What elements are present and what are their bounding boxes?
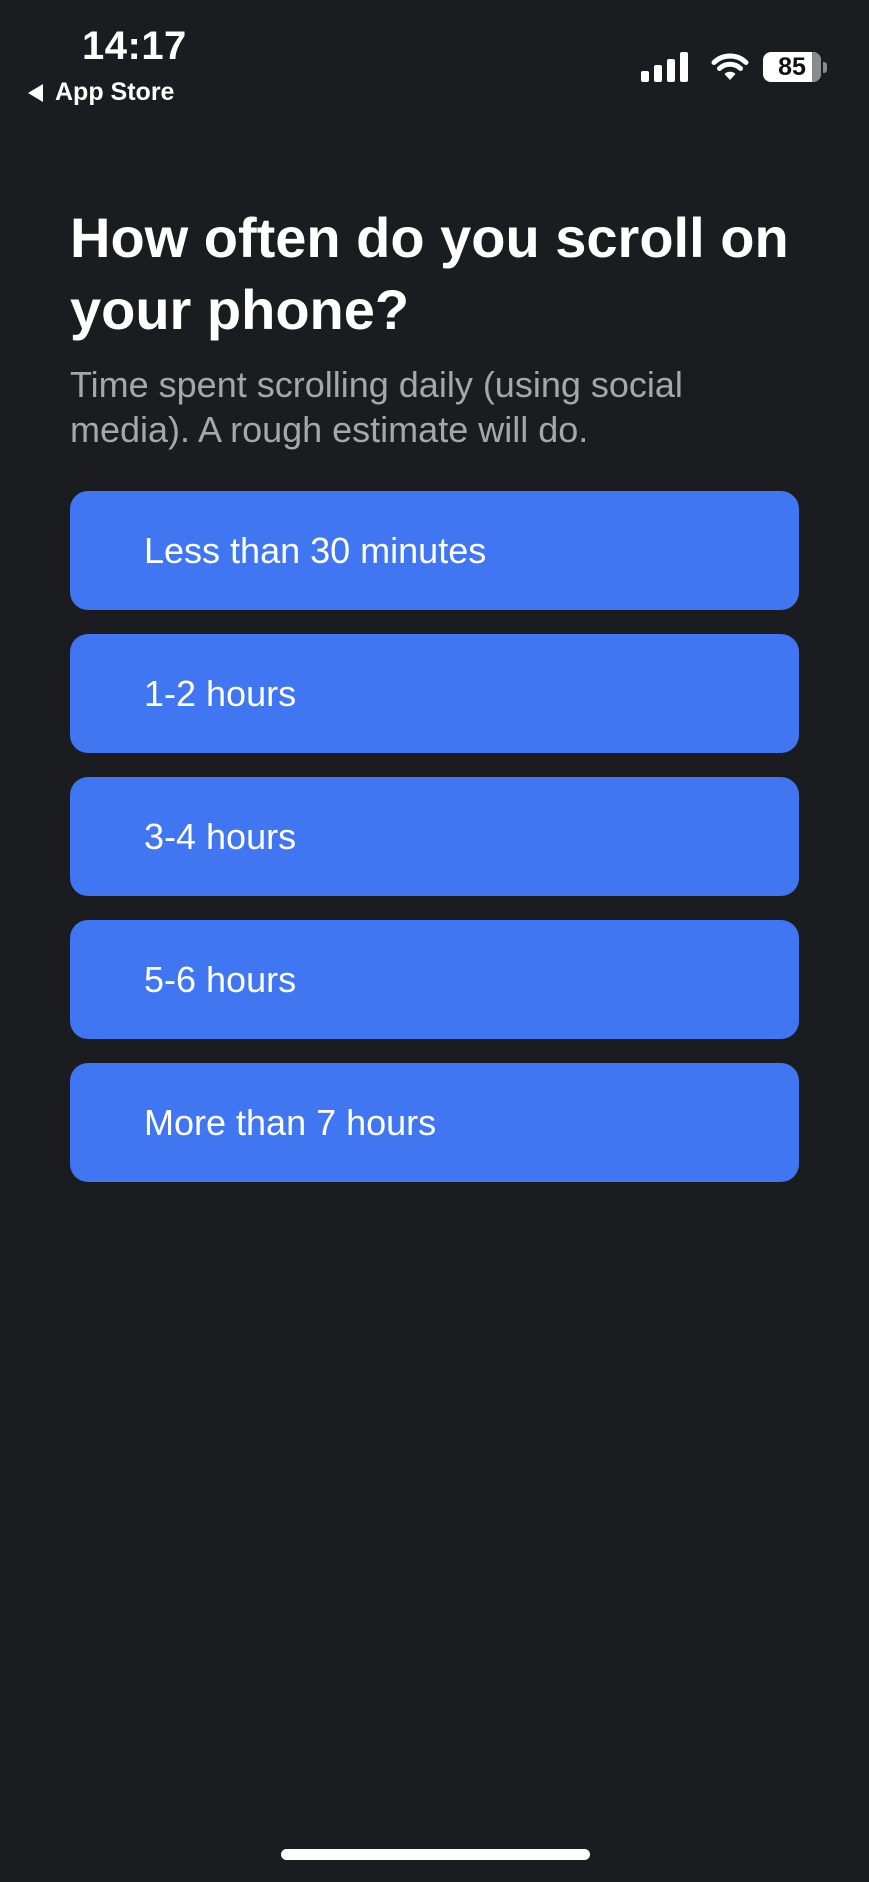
option-label: Less than 30 minutes — [144, 529, 487, 571]
answer-options: Less than 30 minutes 1-2 hours 3-4 hours… — [70, 491, 799, 1206]
back-to-app-store-link[interactable]: App Store — [28, 78, 174, 107]
option-label: 3-4 hours — [144, 815, 297, 857]
option-5-6-hours[interactable]: 5-6 hours — [70, 920, 799, 1039]
option-3-4-hours[interactable]: 3-4 hours — [70, 777, 799, 896]
question-subtitle: Time spent scrolling daily (using social… — [70, 364, 683, 450]
cellular-signal-icon — [641, 52, 693, 82]
home-indicator[interactable] — [281, 1849, 590, 1860]
status-time: 14:17 — [82, 24, 187, 68]
back-arrow-icon — [28, 83, 43, 102]
option-label: 1-2 hours — [144, 672, 297, 714]
status-indicators: 85 — [641, 52, 827, 82]
battery-icon: 85 — [763, 52, 827, 82]
battery-level: 85 — [778, 52, 806, 81]
back-link-label: App Store — [55, 78, 175, 106]
option-more-than-7-hours[interactable]: More than 7 hours — [70, 1063, 799, 1182]
option-1-2-hours[interactable]: 1-2 hours — [70, 634, 799, 753]
option-label: 5-6 hours — [144, 958, 297, 1000]
question-title: How often do you scroll on your phone? — [70, 206, 789, 341]
wifi-icon — [711, 53, 749, 80]
option-label: More than 7 hours — [144, 1101, 437, 1143]
option-less-than-30-minutes[interactable]: Less than 30 minutes — [70, 491, 799, 610]
